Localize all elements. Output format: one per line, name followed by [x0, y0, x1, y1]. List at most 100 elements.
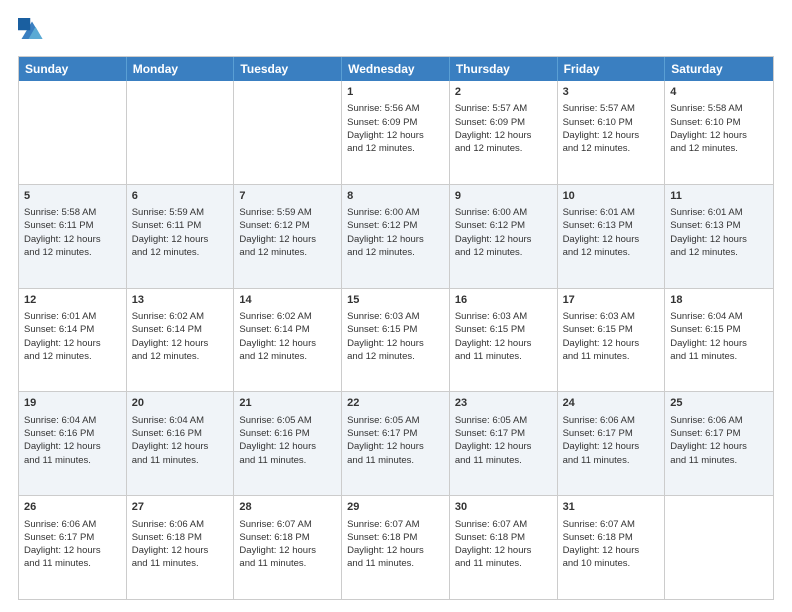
day-info-line: Sunset: 6:11 PM — [24, 219, 121, 232]
day-info-line: and 12 minutes. — [563, 142, 660, 155]
day-info-line: Sunset: 6:17 PM — [670, 427, 768, 440]
day-info-line: Daylight: 12 hours — [670, 440, 768, 453]
logo — [18, 18, 50, 46]
day-info-line: and 11 minutes. — [239, 454, 336, 467]
day-cell-24: 24Sunrise: 6:06 AMSunset: 6:17 PMDayligh… — [558, 392, 666, 495]
day-info-line: Daylight: 12 hours — [670, 337, 768, 350]
day-info-line: Sunset: 6:14 PM — [132, 323, 229, 336]
day-number: 29 — [347, 500, 444, 515]
day-info-line: Sunset: 6:18 PM — [563, 531, 660, 544]
day-info-line: Sunset: 6:14 PM — [239, 323, 336, 336]
day-cell-19: 19Sunrise: 6:04 AMSunset: 6:16 PMDayligh… — [19, 392, 127, 495]
day-cell-22: 22Sunrise: 6:05 AMSunset: 6:17 PMDayligh… — [342, 392, 450, 495]
day-number: 7 — [239, 189, 336, 204]
day-info-line: Daylight: 12 hours — [132, 337, 229, 350]
day-info-line: Sunrise: 6:04 AM — [24, 414, 121, 427]
day-number: 15 — [347, 293, 444, 308]
day-cell-6: 6Sunrise: 5:59 AMSunset: 6:11 PMDaylight… — [127, 185, 235, 288]
day-info-line: and 11 minutes. — [563, 454, 660, 467]
day-info-line: and 11 minutes. — [24, 557, 121, 570]
day-info-line: Sunset: 6:12 PM — [347, 219, 444, 232]
day-cell-7: 7Sunrise: 5:59 AMSunset: 6:12 PMDaylight… — [234, 185, 342, 288]
day-info-line: Daylight: 12 hours — [563, 544, 660, 557]
day-number: 14 — [239, 293, 336, 308]
day-info-line: Sunset: 6:17 PM — [24, 531, 121, 544]
day-cell-31: 31Sunrise: 6:07 AMSunset: 6:18 PMDayligh… — [558, 496, 666, 599]
day-info-line: Sunset: 6:17 PM — [455, 427, 552, 440]
day-cell-16: 16Sunrise: 6:03 AMSunset: 6:15 PMDayligh… — [450, 289, 558, 392]
day-number: 21 — [239, 396, 336, 411]
day-cell-13: 13Sunrise: 6:02 AMSunset: 6:14 PMDayligh… — [127, 289, 235, 392]
day-cell-17: 17Sunrise: 6:03 AMSunset: 6:15 PMDayligh… — [558, 289, 666, 392]
day-info-line: Sunrise: 6:00 AM — [347, 206, 444, 219]
day-info-line: Sunrise: 6:03 AM — [347, 310, 444, 323]
day-info-line: Sunrise: 5:57 AM — [563, 102, 660, 115]
day-number: 28 — [239, 500, 336, 515]
day-info-line: Sunrise: 5:57 AM — [455, 102, 552, 115]
day-info-line: and 11 minutes. — [347, 557, 444, 570]
day-info-line: Daylight: 12 hours — [239, 337, 336, 350]
day-info-line: Sunset: 6:09 PM — [347, 116, 444, 129]
day-info-line: Daylight: 12 hours — [24, 440, 121, 453]
day-info-line: Sunset: 6:16 PM — [132, 427, 229, 440]
day-info-line: Sunrise: 6:02 AM — [239, 310, 336, 323]
day-info-line: Sunset: 6:18 PM — [132, 531, 229, 544]
day-info-line: and 12 minutes. — [455, 246, 552, 259]
day-number: 13 — [132, 293, 229, 308]
day-info-line: and 11 minutes. — [455, 350, 552, 363]
day-info-line: and 11 minutes. — [239, 557, 336, 570]
day-cell-27: 27Sunrise: 6:06 AMSunset: 6:18 PMDayligh… — [127, 496, 235, 599]
day-info-line: and 12 minutes. — [239, 350, 336, 363]
day-number: 8 — [347, 189, 444, 204]
day-number: 2 — [455, 85, 552, 100]
day-number: 6 — [132, 189, 229, 204]
logo-icon — [18, 18, 46, 46]
day-number: 18 — [670, 293, 768, 308]
day-info-line: Sunset: 6:16 PM — [24, 427, 121, 440]
day-cell-14: 14 Sunrise: 6:02 AMSunset: 6:14 PMDayligh… — [234, 289, 342, 392]
day-info-line: and 11 minutes. — [132, 454, 229, 467]
day-info-line: Sunrise: 6:03 AM — [455, 310, 552, 323]
day-cell-15: 15Sunrise: 6:03 AMSunset: 6:15 PMDayligh… — [342, 289, 450, 392]
header-cell-saturday: Saturday — [665, 57, 773, 81]
calendar-row-3: 19Sunrise: 6:04 AMSunset: 6:16 PMDayligh… — [19, 391, 773, 495]
day-info-line: and 12 minutes. — [670, 142, 768, 155]
header-cell-sunday: Sunday — [19, 57, 127, 81]
day-info-line: Daylight: 12 hours — [24, 337, 121, 350]
day-cell-21: 21Sunrise: 6:05 AMSunset: 6:16 PMDayligh… — [234, 392, 342, 495]
day-number: 5 — [24, 189, 121, 204]
header-cell-thursday: Thursday — [450, 57, 558, 81]
day-info-line: Sunset: 6:18 PM — [239, 531, 336, 544]
day-cell-3: 3Sunrise: 5:57 AMSunset: 6:10 PMDaylight… — [558, 81, 666, 184]
day-info-line: Daylight: 12 hours — [132, 440, 229, 453]
day-info-line: Sunset: 6:15 PM — [347, 323, 444, 336]
day-info-line: Sunset: 6:18 PM — [455, 531, 552, 544]
day-info-line: Daylight: 12 hours — [347, 233, 444, 246]
day-info-line: Sunrise: 5:59 AM — [132, 206, 229, 219]
day-info-line: Sunset: 6:11 PM — [132, 219, 229, 232]
day-info-line: Sunrise: 6:01 AM — [670, 206, 768, 219]
day-info-line: and 11 minutes. — [455, 454, 552, 467]
day-info-line: and 12 minutes. — [24, 246, 121, 259]
day-info-line: and 12 minutes. — [563, 246, 660, 259]
day-info-line: Daylight: 12 hours — [132, 544, 229, 557]
day-info-line: Sunrise: 6:06 AM — [132, 518, 229, 531]
day-info-line: and 10 minutes. — [563, 557, 660, 570]
day-number: 24 — [563, 396, 660, 411]
header-cell-friday: Friday — [558, 57, 666, 81]
day-number: 17 — [563, 293, 660, 308]
day-info-line: and 12 minutes. — [239, 246, 336, 259]
day-info-line: Daylight: 12 hours — [347, 440, 444, 453]
day-info-line: Daylight: 12 hours — [455, 233, 552, 246]
day-number: 20 — [132, 396, 229, 411]
day-info-line: and 11 minutes. — [347, 454, 444, 467]
calendar-body: 1Sunrise: 5:56 AMSunset: 6:09 PMDaylight… — [19, 81, 773, 599]
day-cell-1: 1Sunrise: 5:56 AMSunset: 6:09 PMDaylight… — [342, 81, 450, 184]
header-cell-wednesday: Wednesday — [342, 57, 450, 81]
calendar-row-1: 5Sunrise: 5:58 AMSunset: 6:11 PMDaylight… — [19, 184, 773, 288]
day-info-line: Sunrise: 6:07 AM — [563, 518, 660, 531]
day-number: 30 — [455, 500, 552, 515]
day-info-line: Sunrise: 6:07 AM — [239, 518, 336, 531]
day-cell-23: 23Sunrise: 6:05 AMSunset: 6:17 PMDayligh… — [450, 392, 558, 495]
day-info-line: and 12 minutes. — [347, 350, 444, 363]
